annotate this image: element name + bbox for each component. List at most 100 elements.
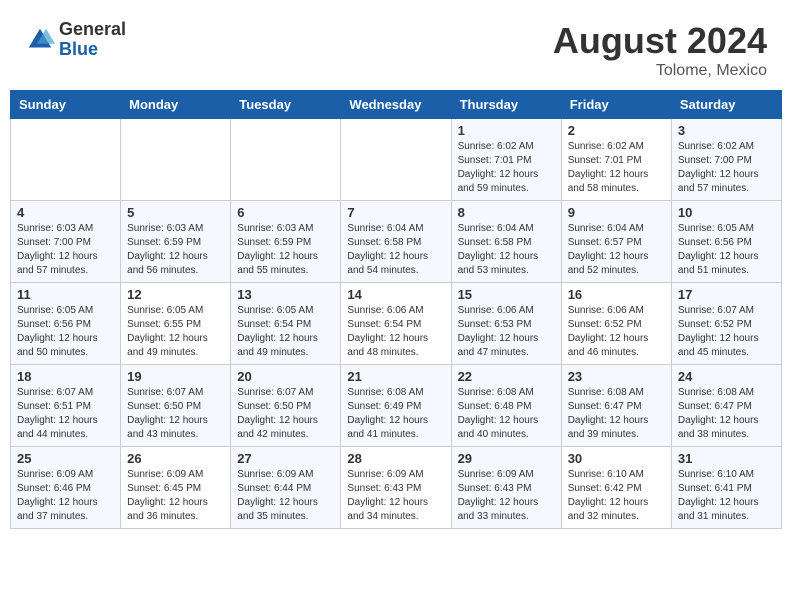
calendar-day-9: 9 Sunrise: 6:04 AM Sunset: 6:57 PM Daylig… [561, 201, 671, 283]
day-info: Sunrise: 6:03 AM Sunset: 6:59 PM Dayligh… [127, 222, 224, 278]
calendar-empty [121, 119, 231, 201]
day-info: Sunrise: 6:06 AM Sunset: 6:54 PM Dayligh… [347, 304, 444, 360]
calendar-day-1: 1Sunrise: 6:02 AM Sunset: 7:01 PM Daylig… [451, 119, 561, 201]
calendar-day-10: 10Sunrise: 6:05 AM Sunset: 6:56 PM Dayli… [671, 201, 781, 283]
calendar-day-22: 22Sunrise: 6:08 AM Sunset: 6:48 PM Dayli… [451, 365, 561, 447]
calendar-empty [231, 119, 341, 201]
day-info: Sunrise: 6:09 AM Sunset: 6:44 PM Dayligh… [237, 468, 334, 524]
day-info: Sunrise: 6:07 AM Sunset: 6:51 PM Dayligh… [17, 386, 114, 442]
day-info: Sunrise: 6:02 AM Sunset: 7:00 PM Dayligh… [678, 140, 775, 196]
calendar-day-19: 19 Sunrise: 6:07 AM Sunset: 6:50 PM Dayli… [121, 365, 231, 447]
calendar-table: SundayMondayTuesdayWednesdayThursdayFrid… [10, 90, 782, 529]
day-number: 24 [678, 369, 775, 384]
logo: General Blue [25, 20, 126, 60]
day-number: 4 [17, 205, 114, 220]
day-number: 25 [17, 451, 114, 466]
weekday-header-tuesday: Tuesday [231, 91, 341, 119]
day-number: 18 [17, 369, 114, 384]
calendar-day-28: 28 Sunrise: 6:09 AM Sunset: 6:43 PM Dayli… [341, 447, 451, 529]
calendar-day-24: 24Sunrise: 6:08 AM Sunset: 6:47 PM Dayli… [671, 365, 781, 447]
calendar-day-18: 18 Sunrise: 6:07 AM Sunset: 6:51 PM Dayli… [11, 365, 121, 447]
day-info: Sunrise: 6:09 AM Sunset: 6:43 PM Dayligh… [458, 468, 555, 524]
day-number: 13 [237, 287, 334, 302]
day-info: Sunrise: 6:04 AM Sunset: 6:58 PM Dayligh… [458, 222, 555, 278]
day-number: 19 [127, 369, 224, 384]
logo-icon [25, 25, 55, 55]
day-number: 29 [458, 451, 555, 466]
calendar-day-25: 25Sunrise: 6:09 AM Sunset: 6:46 PM Dayli… [11, 447, 121, 529]
weekday-header-thursday: Thursday [451, 91, 561, 119]
day-number: 14 [347, 287, 444, 302]
calendar-day-7: 7Sunrise: 6:04 AM Sunset: 6:58 PM Daylig… [341, 201, 451, 283]
day-number: 28 [347, 451, 444, 466]
day-number: 7 [347, 205, 444, 220]
day-number: 27 [237, 451, 334, 466]
calendar-week-5: 25Sunrise: 6:09 AM Sunset: 6:46 PM Dayli… [11, 447, 782, 529]
day-info: Sunrise: 6:07 AM Sunset: 6:52 PM Dayligh… [678, 304, 775, 360]
day-number: 3 [678, 123, 775, 138]
calendar-day-4: 4 Sunrise: 6:03 AM Sunset: 7:00 PM Daylig… [11, 201, 121, 283]
calendar-day-29: 29 Sunrise: 6:09 AM Sunset: 6:43 PM Dayli… [451, 447, 561, 529]
day-info: Sunrise: 6:05 AM Sunset: 6:54 PM Dayligh… [237, 304, 334, 360]
calendar-day-17: 17 Sunrise: 6:07 AM Sunset: 6:52 PM Dayli… [671, 283, 781, 365]
weekday-header-wednesday: Wednesday [341, 91, 451, 119]
calendar-week-3: 11 Sunrise: 6:05 AM Sunset: 6:56 PM Dayli… [11, 283, 782, 365]
calendar-day-20: 20Sunrise: 6:07 AM Sunset: 6:50 PM Dayli… [231, 365, 341, 447]
page-header: General Blue August 2024 Tolome, Mexico [10, 10, 782, 85]
day-info: Sunrise: 6:05 AM Sunset: 6:55 PM Dayligh… [127, 304, 224, 360]
calendar-day-11: 11 Sunrise: 6:05 AM Sunset: 6:56 PM Dayli… [11, 283, 121, 365]
calendar-day-14: 14 Sunrise: 6:06 AM Sunset: 6:54 PM Dayli… [341, 283, 451, 365]
title-area: August 2024 Tolome, Mexico [553, 20, 767, 80]
day-number: 8 [458, 205, 555, 220]
day-info: Sunrise: 6:02 AM Sunset: 7:01 PM Dayligh… [568, 140, 665, 196]
location: Tolome, Mexico [553, 62, 767, 80]
logo-general-text: General [59, 20, 126, 40]
day-info: Sunrise: 6:03 AM Sunset: 6:59 PM Dayligh… [237, 222, 334, 278]
day-info: Sunrise: 6:06 AM Sunset: 6:53 PM Dayligh… [458, 304, 555, 360]
calendar-day-23: 23 Sunrise: 6:08 AM Sunset: 6:47 PM Dayli… [561, 365, 671, 447]
calendar-day-3: 3 Sunrise: 6:02 AM Sunset: 7:00 PM Daylig… [671, 119, 781, 201]
weekday-header-sunday: Sunday [11, 91, 121, 119]
calendar-day-26: 26Sunrise: 6:09 AM Sunset: 6:45 PM Dayli… [121, 447, 231, 529]
day-info: Sunrise: 6:03 AM Sunset: 7:00 PM Dayligh… [17, 222, 114, 278]
calendar-day-13: 13 Sunrise: 6:05 AM Sunset: 6:54 PM Dayli… [231, 283, 341, 365]
day-number: 2 [568, 123, 665, 138]
day-info: Sunrise: 6:04 AM Sunset: 6:57 PM Dayligh… [568, 222, 665, 278]
weekday-header-saturday: Saturday [671, 91, 781, 119]
calendar-week-2: 4 Sunrise: 6:03 AM Sunset: 7:00 PM Daylig… [11, 201, 782, 283]
day-number: 23 [568, 369, 665, 384]
day-number: 5 [127, 205, 224, 220]
day-info: Sunrise: 6:02 AM Sunset: 7:01 PM Dayligh… [458, 140, 555, 196]
calendar-day-30: 30Sunrise: 6:10 AM Sunset: 6:42 PM Dayli… [561, 447, 671, 529]
calendar-day-8: 8 Sunrise: 6:04 AM Sunset: 6:58 PM Daylig… [451, 201, 561, 283]
calendar-day-15: 15 Sunrise: 6:06 AM Sunset: 6:53 PM Dayli… [451, 283, 561, 365]
day-number: 21 [347, 369, 444, 384]
weekday-header-row: SundayMondayTuesdayWednesdayThursdayFrid… [11, 91, 782, 119]
calendar-day-5: 5 Sunrise: 6:03 AM Sunset: 6:59 PM Daylig… [121, 201, 231, 283]
day-info: Sunrise: 6:10 AM Sunset: 6:41 PM Dayligh… [678, 468, 775, 524]
day-number: 6 [237, 205, 334, 220]
calendar-day-6: 6 Sunrise: 6:03 AM Sunset: 6:59 PM Daylig… [231, 201, 341, 283]
day-info: Sunrise: 6:08 AM Sunset: 6:49 PM Dayligh… [347, 386, 444, 442]
day-number: 9 [568, 205, 665, 220]
day-info: Sunrise: 6:09 AM Sunset: 6:45 PM Dayligh… [127, 468, 224, 524]
logo-blue-text: Blue [59, 40, 126, 60]
day-number: 15 [458, 287, 555, 302]
calendar-day-27: 27 Sunrise: 6:09 AM Sunset: 6:44 PM Dayli… [231, 447, 341, 529]
day-number: 17 [678, 287, 775, 302]
day-number: 11 [17, 287, 114, 302]
day-info: Sunrise: 6:07 AM Sunset: 6:50 PM Dayligh… [127, 386, 224, 442]
day-info: Sunrise: 6:09 AM Sunset: 6:43 PM Dayligh… [347, 468, 444, 524]
weekday-header-monday: Monday [121, 91, 231, 119]
month-title: August 2024 [553, 20, 767, 62]
day-info: Sunrise: 6:05 AM Sunset: 6:56 PM Dayligh… [17, 304, 114, 360]
calendar-day-16: 16Sunrise: 6:06 AM Sunset: 6:52 PM Dayli… [561, 283, 671, 365]
calendar-empty [341, 119, 451, 201]
day-number: 16 [568, 287, 665, 302]
day-number: 20 [237, 369, 334, 384]
day-number: 22 [458, 369, 555, 384]
day-info: Sunrise: 6:08 AM Sunset: 6:47 PM Dayligh… [568, 386, 665, 442]
day-number: 31 [678, 451, 775, 466]
calendar-empty [11, 119, 121, 201]
calendar-week-4: 18 Sunrise: 6:07 AM Sunset: 6:51 PM Dayli… [11, 365, 782, 447]
